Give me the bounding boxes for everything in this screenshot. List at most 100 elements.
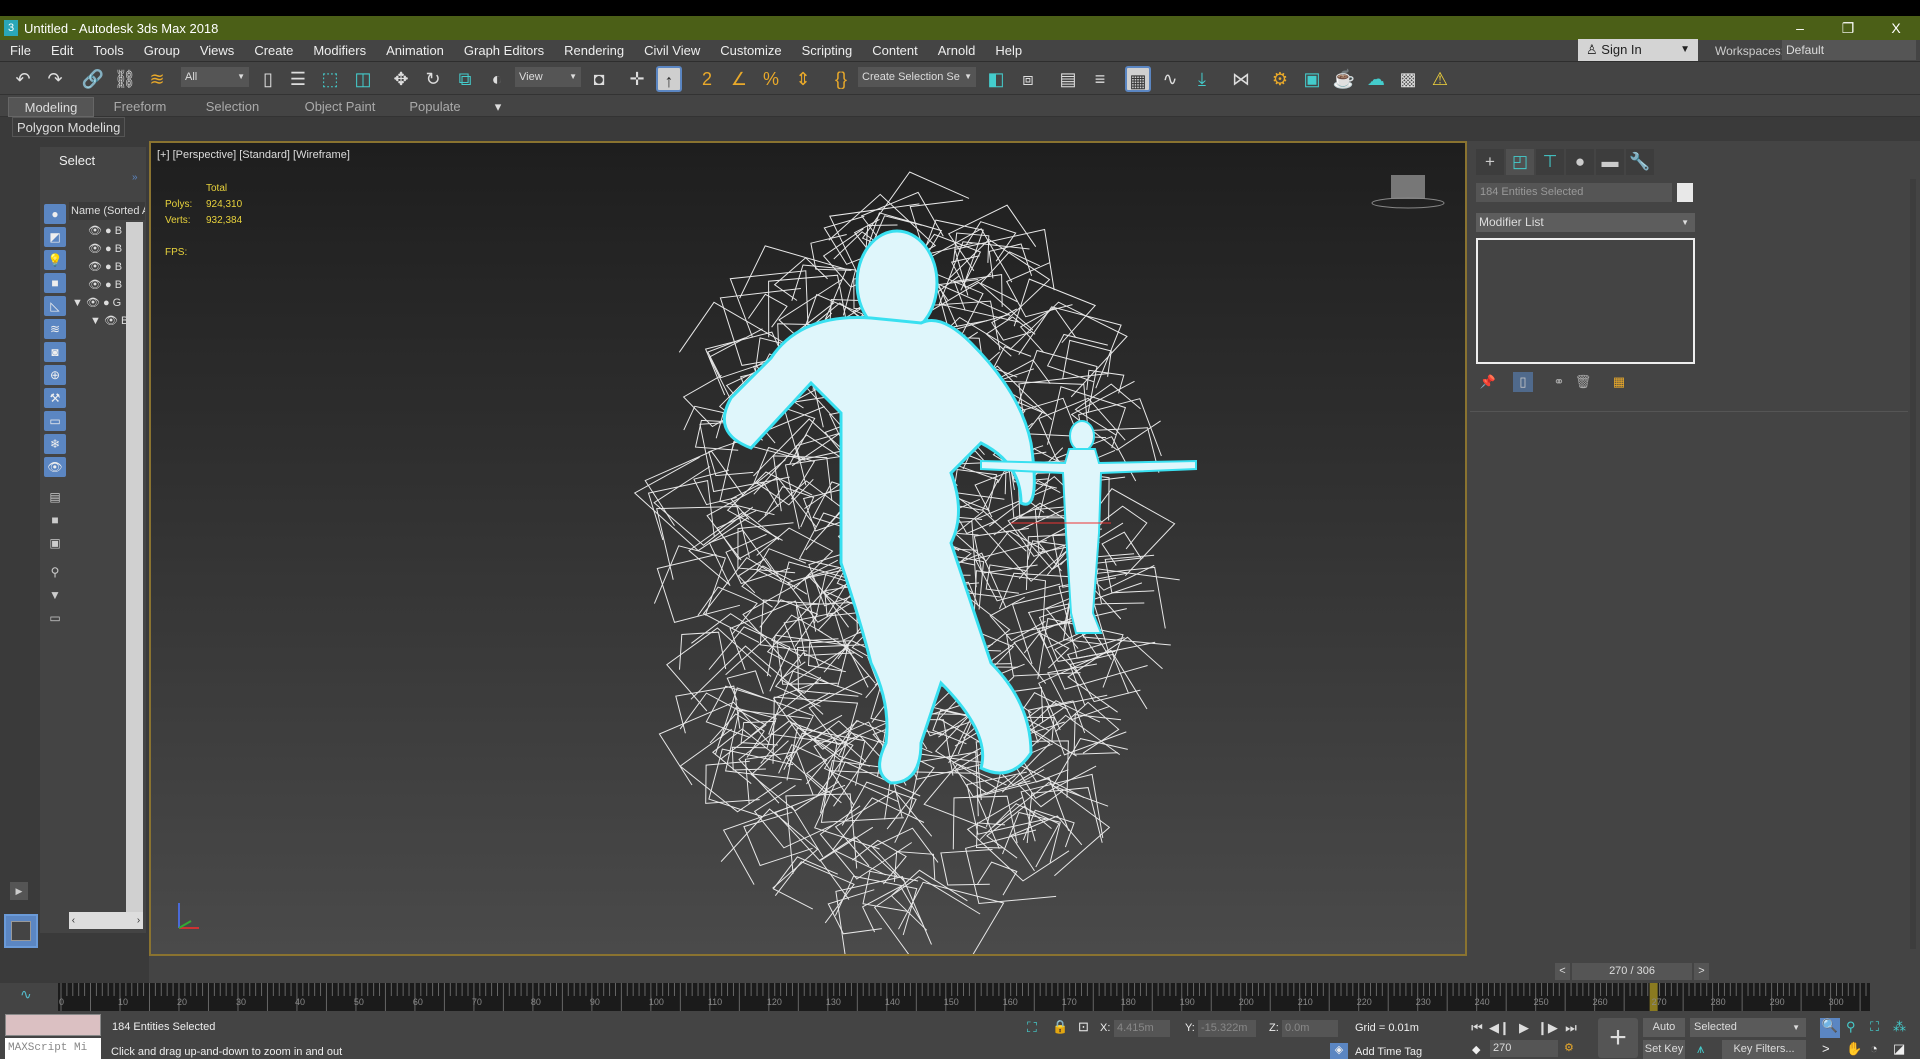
link-icon[interactable]: 🔗 bbox=[80, 66, 106, 92]
rendered-frame-window-icon[interactable]: ▣ bbox=[1299, 66, 1325, 92]
time-slider-next[interactable]: > bbox=[1694, 963, 1709, 980]
pivot-center-icon[interactable]: ◘ bbox=[586, 66, 612, 92]
menu-scripting[interactable]: Scripting bbox=[792, 40, 863, 62]
current-frame-field[interactable]: 270 bbox=[1490, 1040, 1558, 1057]
snaps-toggle-icon[interactable]: 2 bbox=[694, 66, 720, 92]
filter-particles-icon[interactable]: ❄ bbox=[44, 434, 66, 454]
window-crossing-icon[interactable]: ◫ bbox=[350, 66, 376, 92]
filter-geometry-icon[interactable]: ● bbox=[44, 204, 66, 224]
filter-cameras-icon[interactable]: ■ bbox=[44, 273, 66, 293]
menu-tools[interactable]: Tools bbox=[83, 40, 133, 62]
list-item[interactable]: 👁 ● B bbox=[88, 242, 122, 258]
curve-editor-icon[interactable]: ∿ bbox=[1157, 66, 1183, 92]
filter-hidden-icon[interactable]: 👁 bbox=[44, 457, 66, 477]
menu-graph-editors[interactable]: Graph Editors bbox=[454, 40, 554, 62]
absolute-transform-icon[interactable]: ⊡ bbox=[1078, 1019, 1089, 1035]
mirror-icon[interactable]: ◧ bbox=[983, 66, 1009, 92]
key-mode-toggle-icon[interactable]: ◆ bbox=[1472, 1043, 1480, 1056]
polygon-modeling-panel[interactable]: Polygon Modeling bbox=[12, 117, 126, 137]
display-influences-icon[interactable]: ■ bbox=[44, 510, 66, 530]
filter-icon[interactable]: ▼ bbox=[44, 585, 66, 605]
bind-space-warp-icon[interactable]: ≋ bbox=[144, 66, 170, 92]
perspective-viewport[interactable]: [+] [Perspective] [Standard] [Wireframe]… bbox=[149, 141, 1467, 956]
minimize-button[interactable]: – bbox=[1780, 16, 1820, 40]
filter-groups-icon[interactable]: ◙ bbox=[44, 342, 66, 362]
field-of-view-icon[interactable]: > bbox=[1822, 1041, 1830, 1056]
maximize-viewport-icon[interactable]: ◪ bbox=[1893, 1041, 1905, 1057]
display-children-icon[interactable]: ▤ bbox=[44, 487, 66, 507]
configure-modifier-sets-icon[interactable]: ▦ bbox=[1609, 372, 1629, 392]
sign-in-button[interactable]: ♙ Sign In ▼ bbox=[1578, 39, 1698, 61]
name-column-header[interactable]: Name (Sorted Ascending) bbox=[69, 202, 145, 220]
menu-edit[interactable]: Edit bbox=[41, 40, 83, 62]
tab-populate[interactable]: Populate bbox=[400, 97, 470, 117]
layer-explorer-icon[interactable]: ▤ bbox=[1055, 66, 1081, 92]
menu-file[interactable]: File bbox=[0, 40, 41, 62]
filter-xrefs-icon[interactable]: ⊕ bbox=[44, 365, 66, 385]
explorer-select-menu[interactable]: Select bbox=[59, 153, 95, 168]
motion-tab-icon[interactable]: ● bbox=[1566, 149, 1594, 175]
display-dependents-icon[interactable]: ▣ bbox=[44, 533, 66, 553]
filter-containers-icon[interactable]: ▭ bbox=[44, 411, 66, 431]
ribbon-options-icon[interactable]: ▾ bbox=[486, 97, 510, 117]
time-tag-icon[interactable]: ◈ bbox=[1330, 1043, 1348, 1059]
hierarchy-tab-icon[interactable]: ⊤ bbox=[1536, 149, 1564, 175]
object-color-swatch[interactable] bbox=[1677, 183, 1693, 202]
menu-modifiers[interactable]: Modifiers bbox=[303, 40, 376, 62]
render-setup-icon[interactable]: ⚙ bbox=[1267, 66, 1293, 92]
set-key-large-button[interactable]: + bbox=[1598, 1018, 1638, 1058]
add-time-tag-button[interactable]: Add Time Tag bbox=[1355, 1046, 1422, 1058]
percent-snap-icon[interactable]: % bbox=[758, 66, 784, 92]
tab-freeform[interactable]: Freeform bbox=[100, 97, 180, 117]
isolate-selection-icon[interactable]: ⛶ bbox=[1027, 1019, 1037, 1036]
select-manipulate-icon[interactable]: ✛ bbox=[624, 66, 650, 92]
filter-helpers-icon[interactable]: ◺ bbox=[44, 296, 66, 316]
filter-settings-icon[interactable]: ⚲ bbox=[44, 562, 66, 582]
reference-coordinate-dropdown[interactable]: View ▼ bbox=[515, 67, 581, 87]
filter-space-warps-icon[interactable]: ≋ bbox=[44, 319, 66, 339]
close-button[interactable]: X bbox=[1876, 16, 1916, 40]
expand-icon[interactable]: » bbox=[132, 172, 138, 183]
menu-group[interactable]: Group bbox=[134, 40, 190, 62]
undo-icon[interactable]: ↶ bbox=[10, 66, 36, 92]
time-slider-prev[interactable]: < bbox=[1555, 963, 1570, 980]
menu-create[interactable]: Create bbox=[244, 40, 303, 62]
render-production-icon[interactable]: ☕ bbox=[1331, 66, 1357, 92]
viewport-layout-button[interactable] bbox=[4, 914, 38, 948]
x-coordinate-field[interactable]: 4.415m bbox=[1114, 1020, 1170, 1037]
set-key-button[interactable]: Set Key bbox=[1643, 1040, 1685, 1059]
select-by-name-icon[interactable]: ☰ bbox=[285, 66, 311, 92]
time-slider-thumb[interactable]: 270 / 306 bbox=[1572, 963, 1692, 980]
make-unique-icon[interactable]: ⚭ bbox=[1549, 372, 1569, 392]
selection-filter-dropdown[interactable]: All ▼ bbox=[181, 67, 249, 87]
rotate-icon[interactable]: ↻ bbox=[420, 66, 446, 92]
list-item[interactable]: ▼ 👁 B bbox=[90, 314, 128, 330]
menu-content[interactable]: Content bbox=[862, 40, 928, 62]
render-views-icon[interactable]: ▩ bbox=[1395, 66, 1421, 92]
scene-explorer-icon[interactable]: ▦ bbox=[1125, 66, 1151, 92]
explorer-scrollbar[interactable] bbox=[126, 222, 143, 912]
utilities-tab-icon[interactable]: 🔧 bbox=[1626, 149, 1654, 175]
render-cloud-icon[interactable]: ☁ bbox=[1363, 66, 1389, 92]
toggle-ribbon-icon[interactable]: ≡ bbox=[1087, 66, 1113, 92]
unlink-icon[interactable]: ⛓ bbox=[112, 66, 138, 92]
select-object-icon[interactable]: ▯ bbox=[255, 66, 281, 92]
pan-view-icon[interactable]: ✋ bbox=[1846, 1041, 1862, 1057]
redo-icon[interactable]: ↷ bbox=[42, 66, 68, 92]
menu-rendering[interactable]: Rendering bbox=[554, 40, 634, 62]
time-slider[interactable]: < 270 / 306 > bbox=[1555, 963, 1711, 980]
restore-button[interactable]: ❐ bbox=[1828, 16, 1868, 40]
pin-stack-icon[interactable]: 📌 bbox=[1478, 372, 1498, 392]
key-filters-button[interactable]: Key Filters... bbox=[1722, 1040, 1806, 1059]
keyboard-shortcut-override-icon[interactable]: ↑ bbox=[656, 66, 682, 92]
modifier-stack[interactable] bbox=[1476, 238, 1695, 364]
edit-named-selection-icon[interactable]: {} bbox=[828, 66, 854, 92]
maxscript-mini-listener[interactable]: MAXScript Mi bbox=[5, 1038, 101, 1059]
remove-modifier-icon[interactable]: 🗑 bbox=[1573, 372, 1593, 392]
dope-sheet-icon[interactable]: ⤓ bbox=[1189, 66, 1215, 92]
tab-object-paint[interactable]: Object Paint bbox=[290, 97, 390, 117]
z-coordinate-field[interactable]: 0.0m bbox=[1282, 1020, 1338, 1037]
list-item[interactable]: ▼ 👁 ● G bbox=[72, 296, 121, 312]
filter-shapes-icon[interactable]: ◩ bbox=[44, 227, 66, 247]
zoom-all-icon[interactable]: ⚲ bbox=[1846, 1019, 1856, 1035]
